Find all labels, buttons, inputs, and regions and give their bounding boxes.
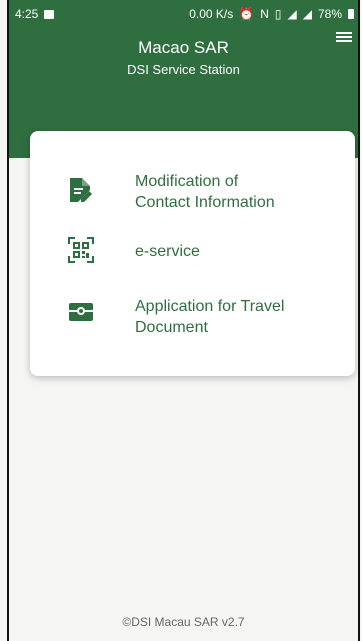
- signal-icon: ◢: [287, 7, 297, 21]
- page-title: Macao SAR: [138, 38, 229, 57]
- service-menu-card: Modification of Contact Information e-se…: [30, 131, 355, 376]
- menu-item-e-service[interactable]: e-service: [30, 231, 355, 271]
- menu-item-travel-document[interactable]: Application for Travel Document: [30, 291, 355, 341]
- menu-item-label: e-service: [135, 243, 200, 260]
- menu-item-modify-contact[interactable]: Modification of Contact Information: [30, 166, 355, 216]
- status-bar: 4:25 0.00 K/s ⏰ N ▯ ◢ ◢ 78%: [9, 0, 358, 28]
- menu-item-label: Application for Travel: [135, 298, 285, 315]
- edit-document-icon: [68, 176, 92, 204]
- app-screen: 4:25 0.00 K/s ⏰ N ▯ ◢ ◢ 78% Macao SAR DS…: [7, 0, 360, 641]
- status-time: 4:25: [15, 7, 39, 21]
- page-subtitle: DSI Service Station: [127, 62, 240, 77]
- menu-item-label: Modification of: [135, 173, 239, 190]
- vibrate-icon: ▯: [274, 7, 282, 21]
- battery-percent: 78%: [317, 7, 342, 21]
- signal-icon-2: ◢: [302, 7, 312, 21]
- network-speed: 0.00 K/s: [189, 7, 234, 21]
- menu-item-label: Document: [135, 319, 208, 336]
- battery-icon: [348, 9, 354, 19]
- menu-item-label: Contact Information: [135, 194, 275, 211]
- image-notification-icon: [44, 9, 55, 19]
- qr-code-icon: [68, 237, 94, 265]
- nfc-icon: N: [260, 7, 269, 21]
- footer-version: ©DSI Macau SAR v2.7: [122, 615, 245, 629]
- alarm-icon: ⏰: [239, 7, 255, 21]
- travel-document-icon: [68, 301, 93, 329]
